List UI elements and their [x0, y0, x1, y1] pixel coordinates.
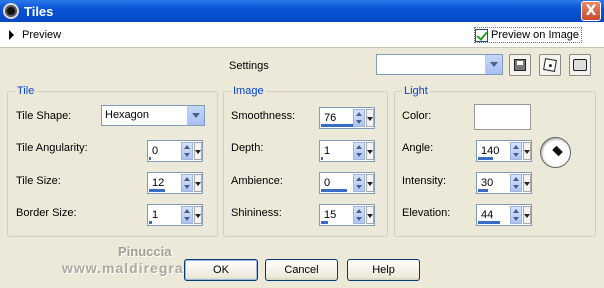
depth-value[interactable]: 1	[324, 145, 330, 157]
ok-button[interactable]: OK	[184, 259, 258, 281]
shininess-label: Shininess:	[231, 207, 282, 219]
randomize-button[interactable]	[539, 54, 561, 76]
preview-bar: Preview Preview on Image	[0, 22, 604, 48]
chevron-down-icon	[490, 62, 498, 67]
reset-icon	[573, 59, 587, 71]
help-button[interactable]: Help	[347, 259, 420, 281]
cancel-button[interactable]: Cancel	[265, 259, 338, 281]
tile-size-level	[149, 189, 165, 192]
preview-on-image-label: Preview on Image	[491, 29, 580, 41]
intensity-value[interactable]: 30	[481, 177, 493, 189]
spin-dropdown-icon[interactable]	[366, 174, 374, 192]
shininess-spinner[interactable]: 15	[319, 204, 375, 226]
spin-updown-icon[interactable]	[181, 174, 193, 192]
tile-angularity-level	[149, 157, 151, 160]
spin-dropdown-icon[interactable]	[366, 206, 374, 224]
smoothness-label: Smoothness:	[231, 110, 296, 122]
title-bar: Tiles X	[0, 0, 604, 22]
tile-group-title: Tile	[15, 85, 37, 97]
elevation-spinner[interactable]: 44	[476, 204, 532, 226]
angle-value[interactable]: 140	[481, 145, 499, 157]
border-size-label: Border Size:	[16, 207, 77, 219]
intensity-label: Intensity:	[402, 175, 447, 187]
image-group-title: Image	[231, 85, 266, 97]
spin-updown-icon[interactable]	[353, 142, 365, 160]
border-size-level	[149, 221, 152, 224]
spin-updown-icon[interactable]	[510, 174, 522, 192]
elevation-value[interactable]: 44	[481, 209, 493, 221]
window-title: Tiles	[24, 3, 54, 19]
spin-updown-icon[interactable]	[510, 142, 522, 160]
shininess-level	[321, 221, 328, 224]
smoothness-spinner[interactable]: 76	[319, 107, 375, 129]
angle-level	[478, 157, 493, 160]
checkmark-icon[interactable]	[475, 28, 488, 42]
intensity-level	[478, 189, 488, 192]
spin-dropdown-icon[interactable]	[523, 174, 531, 192]
angle-spinner[interactable]: 140	[476, 140, 532, 162]
ambience-level	[321, 189, 347, 192]
spin-updown-icon[interactable]	[181, 142, 193, 160]
elevation-label: Elevation:	[402, 207, 451, 219]
border-size-value[interactable]: 1	[152, 209, 158, 221]
tile-shape-label: Tile Shape:	[16, 110, 72, 122]
border-size-spinner[interactable]: 1	[147, 204, 203, 226]
angle-label: Angle:	[402, 142, 434, 154]
watermark-name: Pinuccia	[118, 244, 172, 259]
tile-size-spinner[interactable]: 12	[147, 172, 203, 194]
spin-updown-icon[interactable]	[181, 206, 193, 224]
intensity-spinner[interactable]: 30	[476, 172, 532, 194]
depth-level	[321, 157, 323, 160]
spin-dropdown-icon[interactable]	[194, 142, 202, 160]
spin-dropdown-icon[interactable]	[366, 142, 374, 160]
save-preset-button[interactable]	[509, 54, 531, 76]
tile-angularity-spinner[interactable]: 0	[147, 140, 203, 162]
ambience-value[interactable]: 0	[324, 177, 330, 189]
save-icon	[514, 59, 526, 71]
spin-dropdown-icon[interactable]	[194, 174, 202, 192]
tile-shape-value: Hexagon	[105, 109, 150, 121]
tile-angularity-value[interactable]: 0	[152, 145, 158, 157]
angle-dial-icon[interactable]	[540, 137, 571, 168]
randomize-icon	[543, 58, 557, 72]
preview-toggle[interactable]: Preview	[22, 29, 61, 41]
spin-updown-icon[interactable]	[353, 206, 365, 224]
light-color-swatch[interactable]	[474, 104, 531, 130]
spin-dropdown-icon[interactable]	[523, 142, 531, 160]
preview-on-image-checkbox[interactable]: Preview on Image	[474, 27, 583, 43]
preset-dropdown[interactable]	[376, 54, 503, 75]
elevation-level	[478, 221, 500, 224]
spin-dropdown-icon[interactable]	[366, 109, 374, 127]
spin-updown-icon[interactable]	[510, 206, 522, 224]
settings-label: Settings	[229, 60, 269, 72]
spin-dropdown-icon[interactable]	[194, 206, 202, 224]
tile-size-value[interactable]: 12	[152, 177, 164, 189]
light-group-title: Light	[402, 85, 430, 97]
spin-updown-icon[interactable]	[353, 174, 365, 192]
tile-shape-dropdown-button[interactable]	[187, 106, 204, 125]
tile-shape-dropdown[interactable]: Hexagon	[101, 105, 205, 126]
expand-arrow-icon[interactable]	[9, 30, 14, 40]
chevron-down-icon	[192, 113, 200, 118]
ambience-label: Ambience:	[231, 175, 283, 187]
app-icon	[3, 3, 19, 19]
shininess-value[interactable]: 15	[324, 209, 336, 221]
smoothness-value[interactable]: 76	[324, 112, 336, 124]
spin-updown-icon[interactable]	[353, 109, 365, 127]
tile-size-label: Tile Size:	[16, 175, 61, 187]
spin-dropdown-icon[interactable]	[523, 206, 531, 224]
preset-dropdown-button[interactable]	[485, 55, 502, 74]
depth-spinner[interactable]: 1	[319, 140, 375, 162]
reset-button[interactable]	[569, 54, 591, 76]
tile-angularity-label: Tile Angularity:	[16, 142, 88, 154]
ambience-spinner[interactable]: 0	[319, 172, 375, 194]
depth-label: Depth:	[231, 142, 264, 154]
close-button[interactable]: X	[581, 1, 601, 21]
light-color-label: Color:	[402, 110, 432, 122]
